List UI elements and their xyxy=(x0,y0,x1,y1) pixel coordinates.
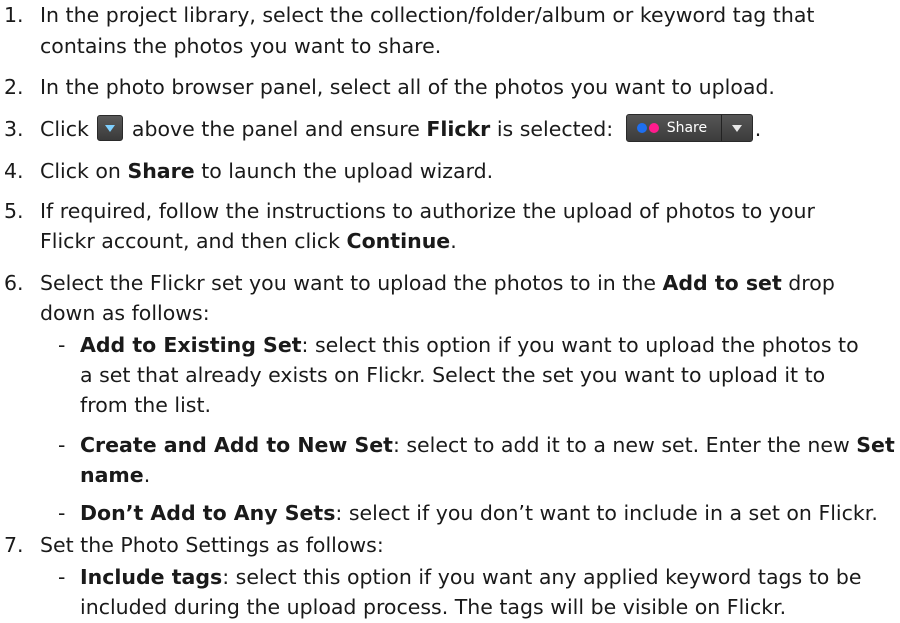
step-text: Click xyxy=(40,117,89,141)
chevron-down-icon xyxy=(731,125,742,132)
step-number: 3. xyxy=(4,117,24,141)
sub-text: : select if you don’t want to include in… xyxy=(335,501,878,525)
step-text-line: Click on Share to launch the upload wiza… xyxy=(40,156,493,187)
sub-bold-text: Create and Add to New Set xyxy=(80,433,393,457)
step-text-line: In the photo browser panel, select all o… xyxy=(40,75,775,99)
sub-bold-text: Set xyxy=(856,433,895,457)
sub-text-line: name. xyxy=(80,460,150,491)
step-number: 7. xyxy=(4,533,24,557)
step-bold-text: Share xyxy=(127,159,195,183)
instructions-document: 1. In the project library, select the co… xyxy=(0,0,900,619)
sub-text-line: Add to Existing Set: select this option … xyxy=(80,330,859,361)
sub-bold-text: Include tags xyxy=(80,565,223,589)
step-text: drop xyxy=(788,271,835,295)
sub-text-line: from the list. xyxy=(80,393,212,417)
share-button: Share xyxy=(626,115,721,141)
sub-text-line: Create and Add to New Set: select to add… xyxy=(80,430,895,461)
step-number: 1. xyxy=(4,3,24,27)
step-text-line: Flickr account, and then click Continue. xyxy=(40,226,457,257)
flickr-dots-icon xyxy=(648,123,659,133)
sub-text: : select this option if you want to uplo… xyxy=(301,333,859,357)
step-text: . xyxy=(754,117,762,141)
step-text-line: Click above the panel and ensure Flickr … xyxy=(40,114,761,145)
step-bold-text: Add to set xyxy=(662,271,782,295)
sub-text-line: a set that already exists on Flickr. Sel… xyxy=(80,363,826,387)
sub-text: : select to add it to a new set. Enter t… xyxy=(392,433,850,457)
sub-text-line: Don’t Add to Any Sets: select if you don… xyxy=(80,498,878,529)
share-dropdown-arrow xyxy=(721,115,752,141)
dash-bullet: - xyxy=(58,433,66,457)
sub-bold-text: name xyxy=(80,463,144,487)
sub-bold-text: Don’t Add to Any Sets xyxy=(80,501,336,525)
step-text-line: contains the photos you want to share. xyxy=(40,34,442,58)
step-text: above the panel and ensure xyxy=(131,117,420,141)
step-number: 4. xyxy=(4,159,24,183)
step-text-line: Set the Photo Settings as follows: xyxy=(40,533,384,557)
dash-bullet: - xyxy=(58,333,66,357)
step-text: Select the Flickr set you want to upload… xyxy=(40,271,656,295)
step-text-line: Select the Flickr set you want to upload… xyxy=(40,268,835,299)
flickr-dots-icon xyxy=(636,123,647,133)
step-bold-text: Continue xyxy=(346,229,451,253)
sub-text-line: Include tags: select this option if you … xyxy=(80,562,861,593)
dash-bullet: - xyxy=(58,501,66,525)
step-number: 5. xyxy=(4,199,24,223)
step-text: Click on xyxy=(40,159,121,183)
step-text: to launch the upload wizard. xyxy=(201,159,494,183)
sub-text-line: included during the upload process. The … xyxy=(80,595,787,619)
sub-bold-text: Add to Existing Set xyxy=(80,333,302,357)
step-text: is selected: xyxy=(496,117,614,141)
step-text-line: down as follows: xyxy=(40,301,210,325)
step-bold-text: Flickr xyxy=(426,117,491,141)
dash-bullet: - xyxy=(58,565,66,589)
share-button-widget: Share xyxy=(625,114,753,142)
sub-text: . xyxy=(143,463,151,487)
step-text: Flickr account, and then click xyxy=(40,229,341,253)
chevron-down-icon xyxy=(105,125,116,132)
step-number: 6. xyxy=(4,271,24,295)
dropdown-arrow-button xyxy=(97,115,124,141)
step-number: 2. xyxy=(4,75,24,99)
step-text: . xyxy=(450,229,457,253)
step-text-line: In the project library, select the colle… xyxy=(40,3,815,27)
share-label: Share xyxy=(666,119,708,136)
sub-text: : select this option if you want any app… xyxy=(222,565,862,589)
step-text-line: If required, follow the instructions to … xyxy=(40,199,815,223)
